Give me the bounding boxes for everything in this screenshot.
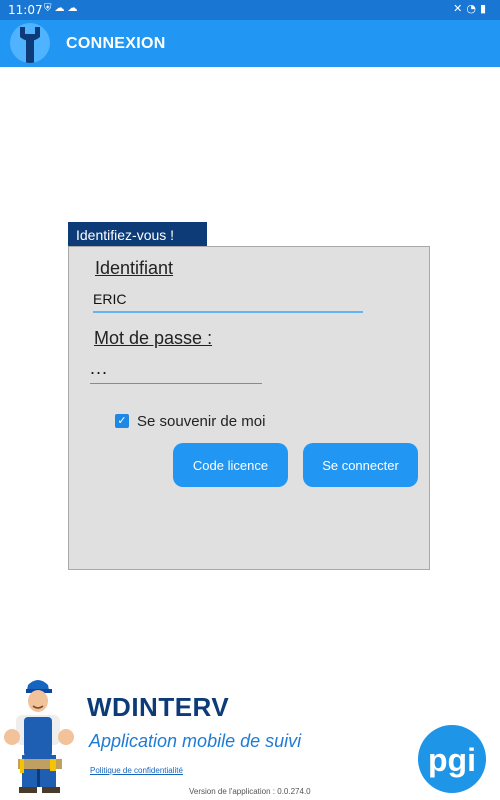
system-icons: ✕◔▮ [453,2,490,15]
wrench-icon [10,23,50,63]
password-label: Mot de passe : [94,328,213,348]
notification-icons: ⛨☁☁ [44,3,81,14]
connect-button[interactable]: Se connecter [303,443,418,487]
login-panel: Identifiant Mot de passe : ✓ Se souvenir… [68,246,430,570]
cloud-icon: ☁ [54,3,68,14]
app-bar: CONNEXION [0,20,500,67]
identifier-label: Identifiant [95,258,174,278]
remember-me-label[interactable]: Se souvenir de moi [137,413,265,430]
pgi-logo-text: pgi [428,742,476,778]
identifier-input[interactable] [93,287,363,313]
technician-illustration [2,675,82,793]
remember-me-checkbox[interactable]: ✓ [115,414,129,428]
shield-icon: ⛨ [44,3,55,14]
login-tab-title: Identifiez-vous ! [68,222,207,247]
licence-code-button[interactable]: Code licence [173,443,288,487]
app-version: Version de l'application : 0.0.274.0 [189,787,311,796]
brand-subtitle: Application mobile de suivi [89,731,302,751]
privacy-policy-link[interactable]: Politique de confidentialité [90,766,183,775]
password-input[interactable] [90,353,262,384]
wifi-icon: ◔ [466,2,480,15]
status-bar: 11:07 ⛨☁☁ ✕◔▮ [0,0,500,20]
page-title: CONNEXION [66,35,166,52]
brand-name: WDINTERV [87,692,230,722]
mute-icon: ✕ [453,2,467,15]
pgi-logo: pgi [417,724,487,794]
cloud-icon: ☁ [67,3,81,14]
status-time: 11:07 [8,3,43,17]
battery-icon: ▮ [479,2,490,15]
